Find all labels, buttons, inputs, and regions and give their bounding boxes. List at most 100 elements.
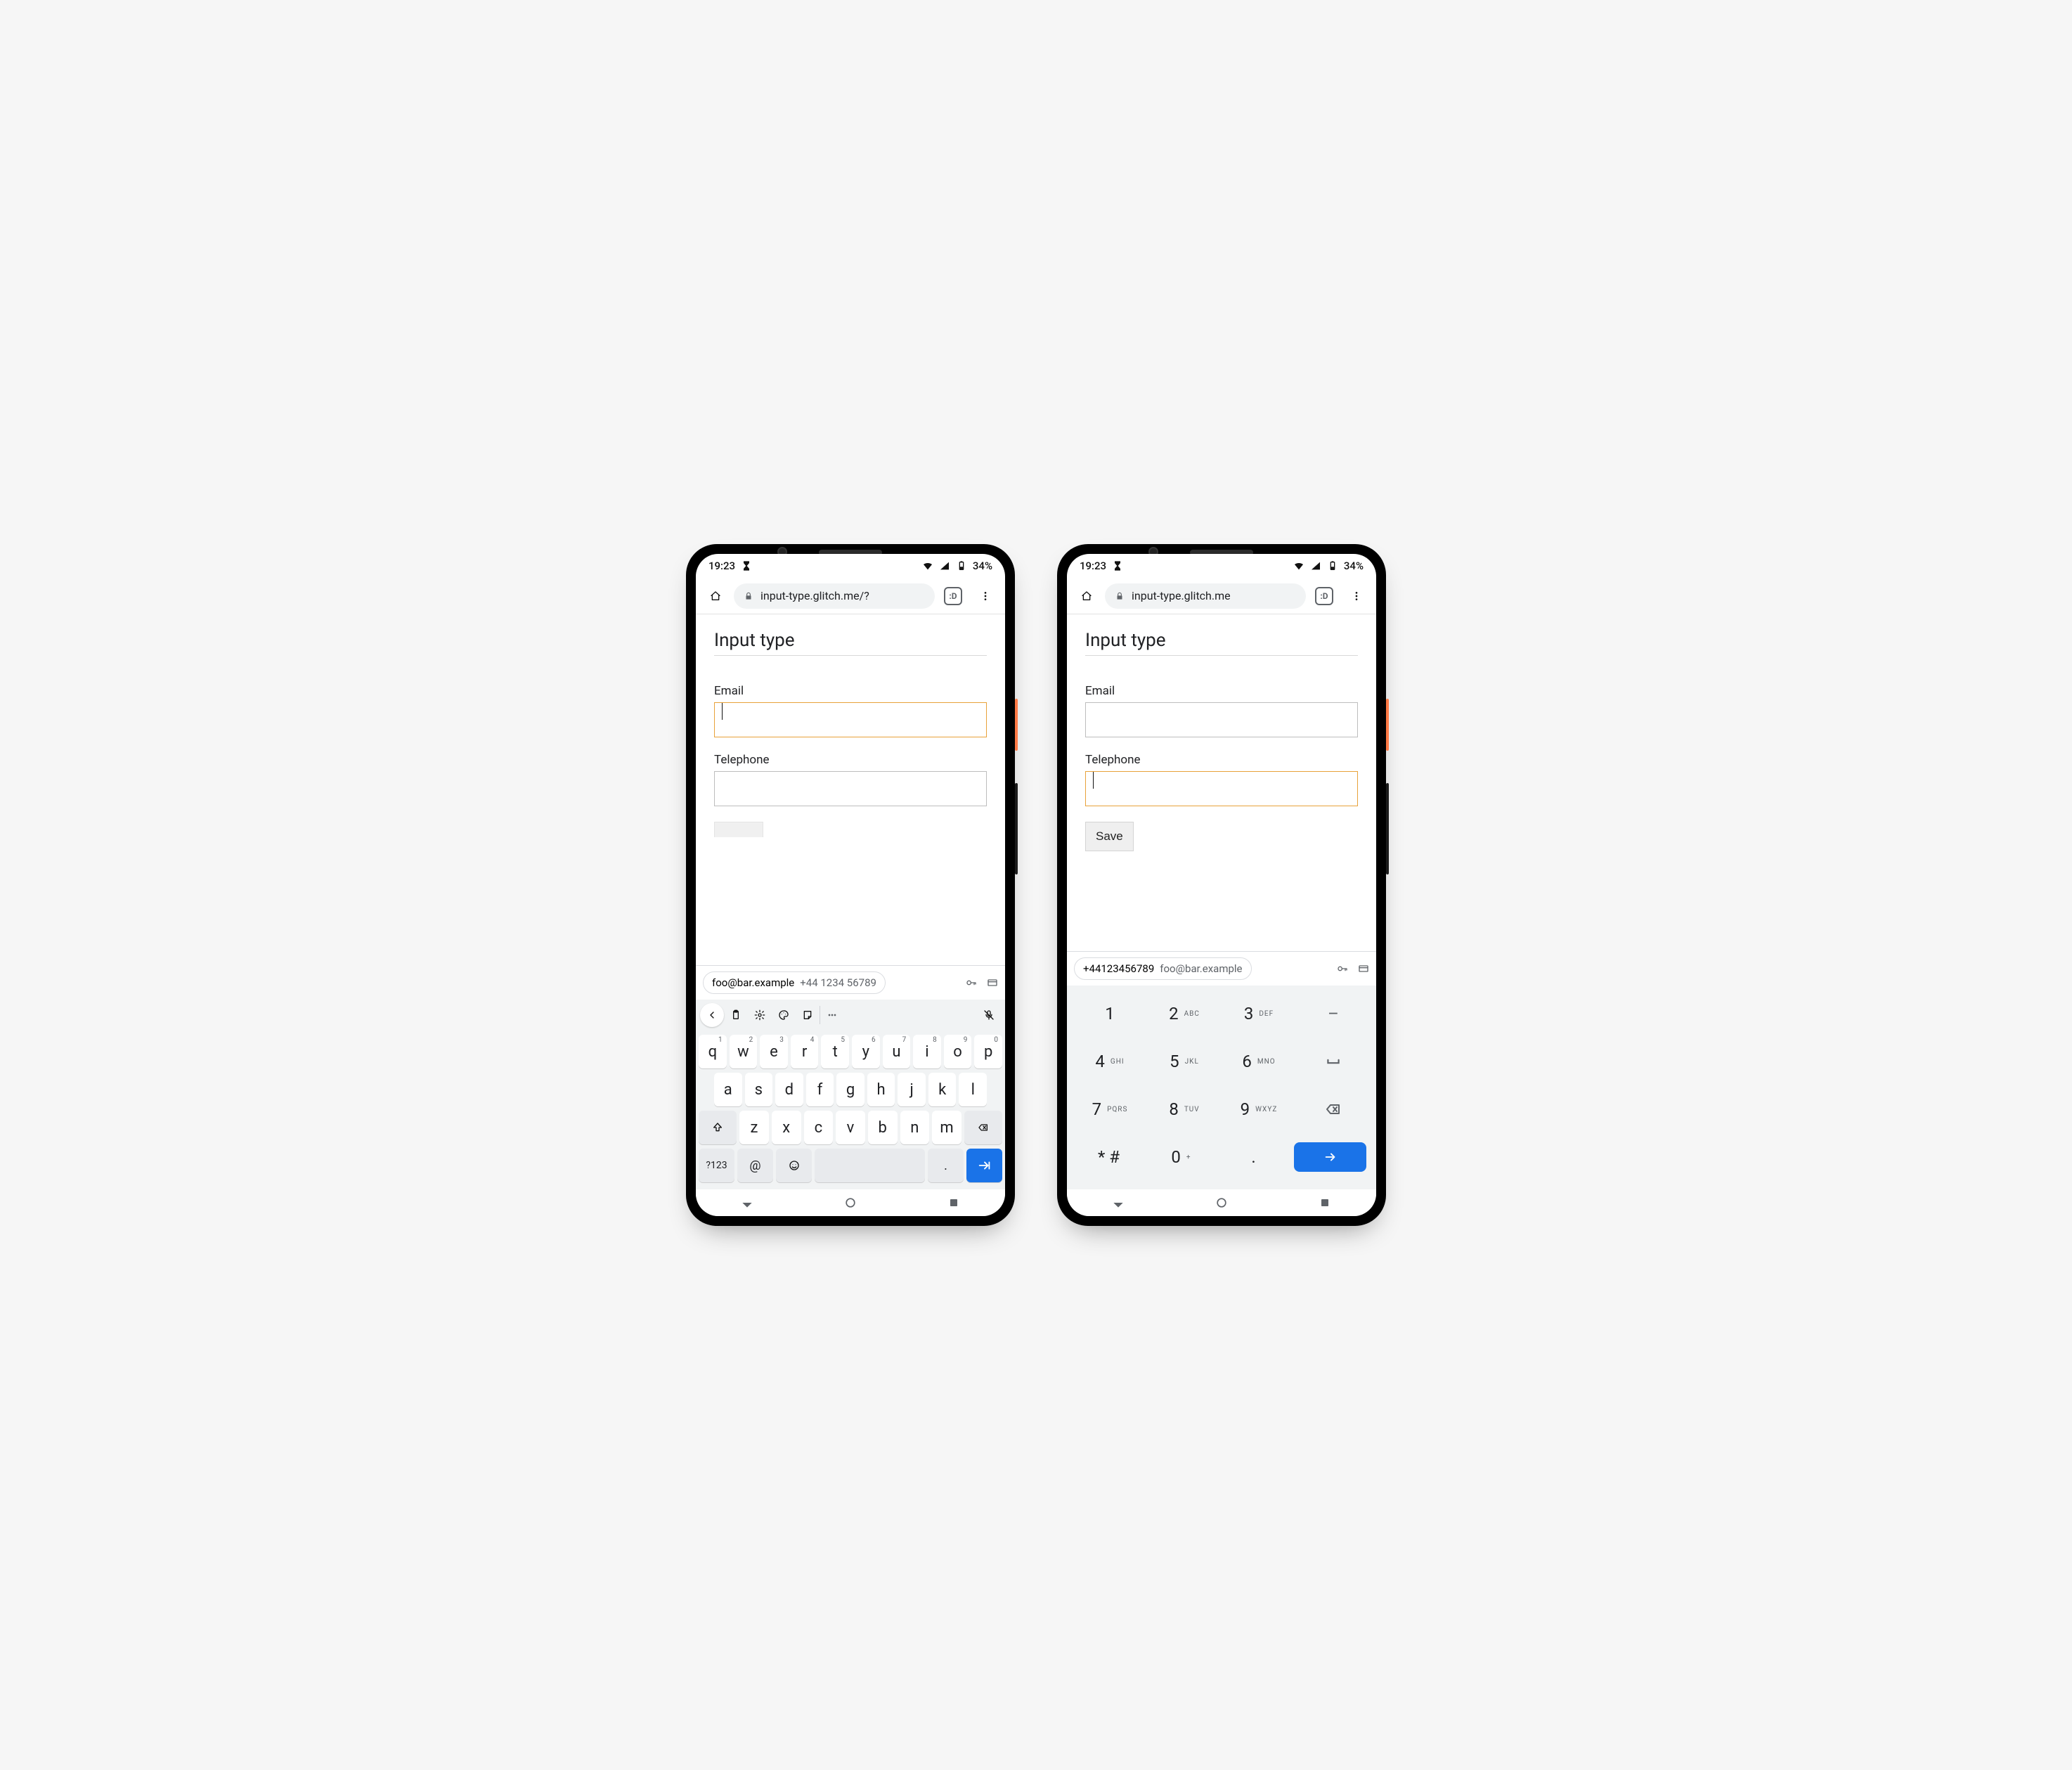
phone-right: 19:23 34% input-type.glitch.me :D <box>1057 544 1386 1226</box>
nav-recent-icon[interactable] <box>947 1196 961 1210</box>
kb-clipboard-button[interactable] <box>724 1003 748 1027</box>
dial-key-symsymsym[interactable]: * # <box>1073 1139 1145 1175</box>
key-icon[interactable] <box>1337 963 1348 974</box>
save-button[interactable]: Save <box>1085 822 1134 851</box>
status-battery: 34% <box>1344 560 1364 572</box>
status-time: 19:23 <box>1080 560 1106 572</box>
dial-key-4[interactable]: 4GHI <box>1073 1043 1147 1080</box>
key-x[interactable]: x <box>772 1111 801 1144</box>
menu-button[interactable] <box>971 582 999 610</box>
card-icon[interactable] <box>1358 963 1369 974</box>
more-icon <box>827 1009 838 1021</box>
key-t[interactable]: t5 <box>821 1035 849 1068</box>
tab-switcher-button[interactable]: :D <box>939 582 967 610</box>
key-g[interactable]: g <box>836 1073 865 1106</box>
dial-key-2[interactable]: 2ABC <box>1147 995 1222 1032</box>
wifi-icon <box>1293 560 1304 571</box>
key-s[interactable]: s <box>745 1073 773 1106</box>
kebab-icon <box>980 590 991 602</box>
dial-backspace-key[interactable] <box>1296 1091 1371 1128</box>
key-o[interactable]: o9 <box>944 1035 972 1068</box>
card-icon[interactable] <box>987 977 998 988</box>
symbols-key[interactable]: ?123 <box>699 1149 734 1182</box>
key-icon[interactable] <box>966 977 977 988</box>
key-l[interactable]: l <box>959 1073 987 1106</box>
email-field[interactable] <box>1085 702 1358 737</box>
kb-mic-button[interactable] <box>977 1003 1001 1027</box>
tab-switcher-button[interactable]: :D <box>1310 582 1338 610</box>
backspace-icon <box>978 1122 989 1133</box>
dial-key-9[interactable]: 9WXYZ <box>1222 1091 1296 1128</box>
enter-key[interactable] <box>966 1149 1002 1182</box>
key-n[interactable]: n <box>900 1111 930 1144</box>
browser-toolbar: input-type.glitch.me :D <box>1067 578 1376 614</box>
nav-back-icon[interactable] <box>740 1196 754 1210</box>
space-key[interactable] <box>815 1149 925 1182</box>
dial-key-7[interactable]: 7PQRS <box>1073 1091 1147 1128</box>
period-key[interactable]: . <box>928 1149 964 1182</box>
home-button[interactable] <box>1073 582 1101 610</box>
key-k[interactable]: k <box>928 1073 957 1106</box>
autofill-suggestion[interactable]: foo@bar.example +44 1234 56789 <box>703 971 886 994</box>
autofill-suggestion[interactable]: +44123456789 foo@bar.example <box>1074 957 1252 980</box>
key-u[interactable]: u7 <box>883 1035 911 1068</box>
telephone-label: Telephone <box>1085 753 1358 767</box>
dial-key-0[interactable]: 0+ <box>1145 1139 1217 1175</box>
key-v[interactable]: v <box>836 1111 865 1144</box>
email-field[interactable] <box>714 702 987 737</box>
key-j[interactable]: j <box>898 1073 926 1106</box>
kb-theme-button[interactable] <box>772 1003 796 1027</box>
page-content: Input type Email Telephone <box>696 614 1005 965</box>
emoji-key[interactable] <box>776 1149 812 1182</box>
telephone-field[interactable] <box>1085 771 1358 806</box>
key-p[interactable]: p0 <box>974 1035 1002 1068</box>
dial-key-3[interactable]: 3DEF <box>1222 995 1296 1032</box>
key-r[interactable]: r4 <box>791 1035 819 1068</box>
key-d[interactable]: d <box>775 1073 803 1106</box>
key-c[interactable]: c <box>804 1111 834 1144</box>
nav-home-icon[interactable] <box>843 1196 857 1210</box>
emoji-icon <box>789 1160 800 1171</box>
dial-enter-key[interactable] <box>1294 1142 1366 1172</box>
telephone-field[interactable] <box>714 771 987 806</box>
key-b[interactable]: b <box>868 1111 898 1144</box>
key-w[interactable]: w2 <box>730 1035 758 1068</box>
dial-dash-key[interactable]: – <box>1296 995 1371 1032</box>
key-h[interactable]: h <box>867 1073 895 1106</box>
status-time: 19:23 <box>708 560 735 572</box>
shift-icon <box>712 1122 723 1133</box>
kb-sticker-button[interactable] <box>796 1003 820 1027</box>
menu-button[interactable] <box>1342 582 1371 610</box>
soft-keyboard: foo@bar.example +44 1234 56789 <box>696 965 1005 1189</box>
omnibox[interactable]: input-type.glitch.me/? <box>734 583 935 609</box>
key-q[interactable]: q1 <box>699 1035 727 1068</box>
home-button[interactable] <box>701 582 730 610</box>
dial-space-key[interactable] <box>1296 1043 1371 1080</box>
status-bar: 19:23 34% <box>696 554 1005 578</box>
shift-key[interactable] <box>699 1111 737 1144</box>
key-a[interactable]: a <box>714 1073 742 1106</box>
key-y[interactable]: y6 <box>852 1035 880 1068</box>
kb-more-button[interactable] <box>820 1003 844 1027</box>
dial-key-5[interactable]: 5JKL <box>1147 1043 1222 1080</box>
dial-key-6[interactable]: 6MNO <box>1222 1043 1296 1080</box>
key-z[interactable]: z <box>739 1111 769 1144</box>
save-button-partial[interactable] <box>714 822 763 837</box>
key-f[interactable]: f <box>806 1073 834 1106</box>
dial-key-1[interactable]: 1 <box>1073 995 1147 1032</box>
dial-key-8[interactable]: 8TUV <box>1147 1091 1222 1128</box>
at-key[interactable]: @ <box>737 1149 773 1182</box>
kb-back-button[interactable] <box>700 1003 724 1027</box>
omnibox[interactable]: input-type.glitch.me <box>1105 583 1306 609</box>
nav-recent-icon[interactable] <box>1318 1196 1332 1210</box>
nav-back-icon[interactable] <box>1111 1196 1125 1210</box>
kb-settings-button[interactable] <box>748 1003 772 1027</box>
key-i[interactable]: i8 <box>913 1035 941 1068</box>
nav-home-icon[interactable] <box>1215 1196 1229 1210</box>
key-m[interactable]: m <box>932 1111 961 1144</box>
key-e[interactable]: e3 <box>760 1035 788 1068</box>
autofill-email: foo@bar.example <box>1160 962 1242 975</box>
dial-key-sym[interactable]: . <box>1217 1139 1290 1175</box>
backspace-key[interactable] <box>964 1111 1002 1144</box>
device-volume-rail <box>1386 783 1389 874</box>
